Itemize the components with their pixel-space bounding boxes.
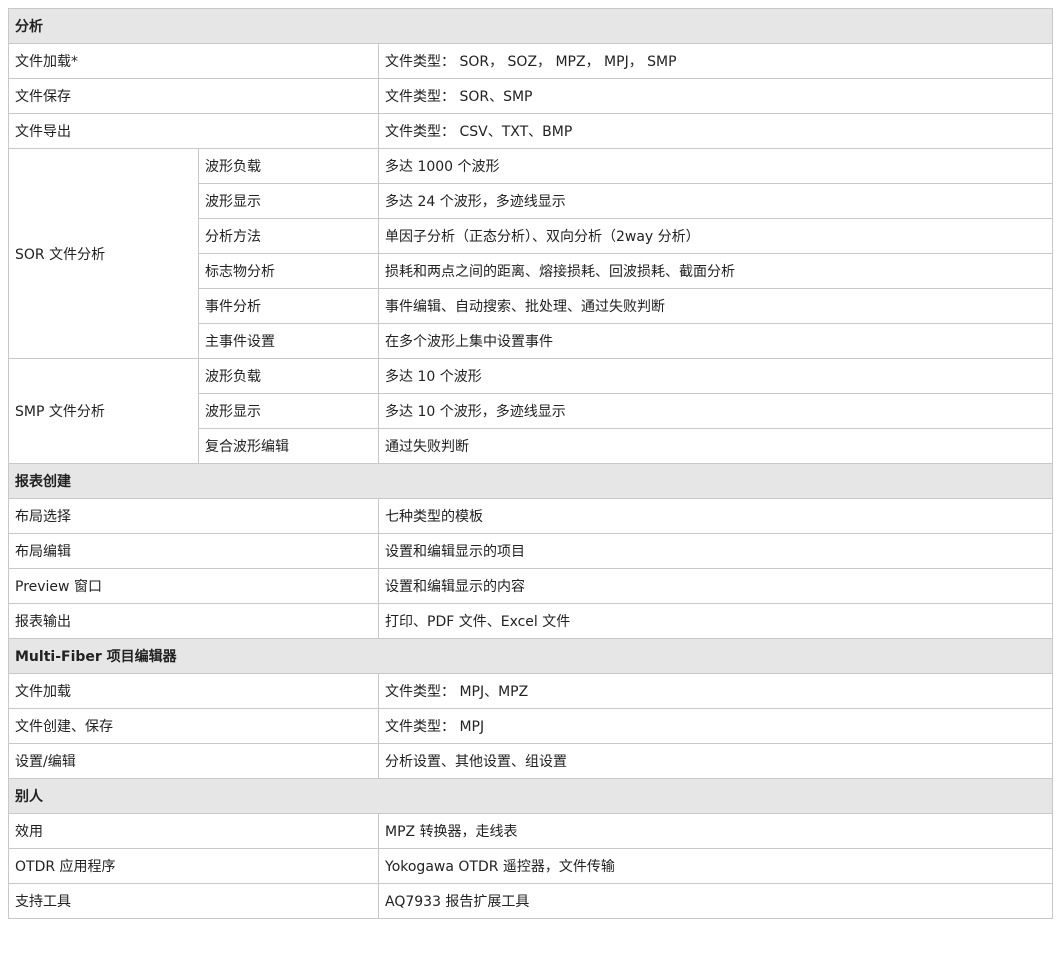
row-value: 文件类型： MPJ、MPZ xyxy=(377,673,1054,709)
row-value: AQ7933 报告扩展工具 xyxy=(377,883,1054,919)
group-label-smp: SMP 文件分析 xyxy=(8,358,199,464)
row-value: 文件类型： MPJ xyxy=(377,708,1054,744)
table-row: 布局编辑 设置和编辑显示的项目 xyxy=(8,533,1054,569)
row-sublabel: 波形负载 xyxy=(198,148,379,184)
row-value: 通过失败判断 xyxy=(377,428,1054,464)
row-label: 支持工具 xyxy=(8,883,379,919)
table-row: SMP 文件分析 波形负载 多达 10 个波形 xyxy=(8,358,1054,464)
row-value: 多达 10 个波形 xyxy=(377,358,1054,394)
row-label: 文件加载* xyxy=(8,43,379,79)
section-header-row: 报表创建 xyxy=(7,463,1054,499)
spec-table: 分析 文件加载* 文件类型： SOR， SOZ， MPZ， MPJ， SMP 文… xyxy=(7,8,1054,919)
table-row: 文件加载 文件类型： MPJ、MPZ xyxy=(8,673,1054,709)
section-title-others: 别人 xyxy=(7,778,1054,814)
table-row: 设置/编辑 分析设置、其他设置、组设置 xyxy=(8,743,1054,779)
row-value: 打印、PDF 文件、Excel 文件 xyxy=(377,603,1054,639)
table-row: OTDR 应用程序 Yokogawa OTDR 遥控器，文件传输 xyxy=(8,848,1054,884)
row-sublabel: 波形显示 xyxy=(198,393,379,429)
row-value: 多达 24 个波形，多迹线显示 xyxy=(377,183,1054,219)
table-row: 支持工具 AQ7933 报告扩展工具 xyxy=(8,883,1054,919)
row-label: Preview 窗口 xyxy=(8,568,379,604)
row-label: 布局选择 xyxy=(8,498,379,534)
row-sublabel: 波形显示 xyxy=(198,183,379,219)
row-value: 文件类型： CSV、TXT、BMP xyxy=(377,113,1054,149)
section-title-analysis: 分析 xyxy=(7,8,1054,44)
row-label: OTDR 应用程序 xyxy=(8,848,379,884)
section-header-row: Multi-Fiber 项目编辑器 xyxy=(7,638,1054,674)
row-value: 多达 10 个波形，多迹线显示 xyxy=(377,393,1054,429)
row-value: MPZ 转换器，走线表 xyxy=(377,813,1054,849)
row-value: 在多个波形上集中设置事件 xyxy=(377,323,1054,359)
row-value: 多达 1000 个波形 xyxy=(377,148,1054,184)
row-sublabel: 事件分析 xyxy=(198,288,379,324)
row-label: 报表输出 xyxy=(8,603,379,639)
table-row: 布局选择 七种类型的模板 xyxy=(8,498,1054,534)
table-row: 效用 MPZ 转换器，走线表 xyxy=(8,813,1054,849)
row-value: 设置和编辑显示的内容 xyxy=(377,568,1054,604)
row-value: 分析设置、其他设置、组设置 xyxy=(377,743,1054,779)
table-row: 报表输出 打印、PDF 文件、Excel 文件 xyxy=(8,603,1054,639)
row-value: 损耗和两点之间的距离、熔接损耗、回波损耗、截面分析 xyxy=(377,253,1054,289)
row-sublabel: 分析方法 xyxy=(198,218,379,254)
table-row: 文件加载* 文件类型： SOR， SOZ， MPZ， MPJ， SMP xyxy=(8,43,1054,79)
row-sublabel: 标志物分析 xyxy=(198,253,379,289)
table-row: SOR 文件分析 波形负载 多达 1000 个波形 xyxy=(8,148,1054,359)
section-header-row: 分析 xyxy=(7,8,1054,44)
row-sublabel: 波形负载 xyxy=(198,358,379,394)
group-label-sor: SOR 文件分析 xyxy=(8,148,199,359)
table-row: 文件创建、保存 文件类型： MPJ xyxy=(8,708,1054,744)
row-label: 文件保存 xyxy=(8,78,379,114)
row-label: 设置/编辑 xyxy=(8,743,379,779)
table-row: 文件导出 文件类型： CSV、TXT、BMP xyxy=(8,113,1054,149)
row-value: Yokogawa OTDR 遥控器，文件传输 xyxy=(377,848,1054,884)
section-title-multifiber: Multi-Fiber 项目编辑器 xyxy=(7,638,1054,674)
row-value: 设置和编辑显示的项目 xyxy=(377,533,1054,569)
row-value: 七种类型的模板 xyxy=(377,498,1054,534)
row-sublabel: 主事件设置 xyxy=(198,323,379,359)
row-label: 文件导出 xyxy=(8,113,379,149)
row-sublabel: 复合波形编辑 xyxy=(198,428,379,464)
row-value: 单因子分析（正态分析）、双向分析（2way 分析） xyxy=(377,218,1054,254)
row-value: 文件类型： SOR， SOZ， MPZ， MPJ， SMP xyxy=(377,43,1054,79)
table-row: Preview 窗口 设置和编辑显示的内容 xyxy=(8,568,1054,604)
row-value: 事件编辑、自动搜索、批处理、通过失败判断 xyxy=(377,288,1054,324)
row-label: 布局编辑 xyxy=(8,533,379,569)
row-value: 文件类型： SOR、SMP xyxy=(377,78,1054,114)
row-label: 文件加载 xyxy=(8,673,379,709)
section-title-report: 报表创建 xyxy=(7,463,1054,499)
row-label: 效用 xyxy=(8,813,379,849)
table-row: 文件保存 文件类型： SOR、SMP xyxy=(8,78,1054,114)
section-header-row: 别人 xyxy=(7,778,1054,814)
row-label: 文件创建、保存 xyxy=(8,708,379,744)
